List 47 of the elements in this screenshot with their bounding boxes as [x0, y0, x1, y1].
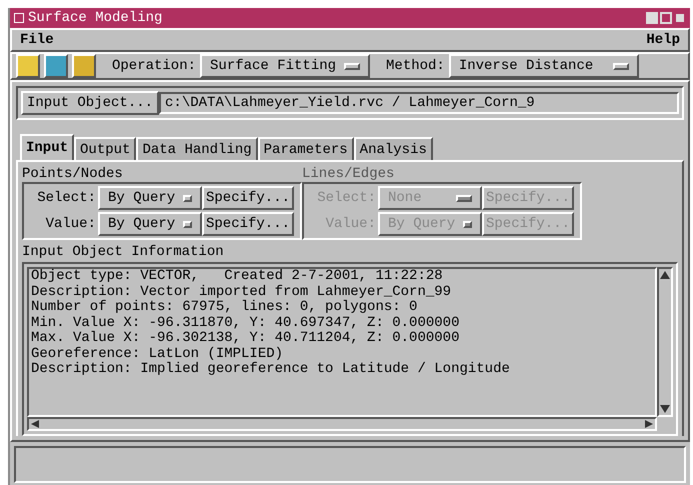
minimize-icon[interactable]: [646, 12, 658, 24]
option-menu-icon: [463, 220, 472, 228]
method-dropdown[interactable]: Inverse Distance: [448, 54, 639, 78]
tab[interactable]: Input: [20, 134, 74, 160]
vertical-scrollbar[interactable]: [657, 267, 673, 418]
info-line: Min. Value X: -96.311870, Y: 40.697347, Z: 0.000000: [31, 316, 460, 331]
scroll-down-icon[interactable]: [660, 405, 670, 414]
group-title: Lines/Edges: [302, 165, 396, 182]
value-dropdown[interactable]: By Query: [98, 212, 202, 236]
operation-dropdown[interactable]: Surface Fitting: [200, 54, 370, 78]
option-menu-icon: [344, 62, 360, 70]
row-label: Select:: [36, 190, 97, 206]
horizontal-scrollbar[interactable]: [27, 417, 657, 432]
group-title: Points/Nodes: [22, 165, 124, 182]
specify-button[interactable]: Specify...: [202, 186, 294, 210]
menu-item[interactable]: Help: [646, 32, 680, 48]
option-menu-icon: [612, 62, 629, 70]
option-menu-icon: [183, 194, 192, 202]
window-title: Surface Modeling: [28, 10, 162, 26]
option-menu-icon: [183, 220, 192, 228]
info-line: Object type: VECTOR, Created 2-7-2001, 11:22:28: [31, 269, 444, 284]
method-label: Method:: [386, 58, 445, 74]
row-label: Select:: [316, 190, 377, 206]
maximize-icon[interactable]: [660, 12, 672, 24]
info-line: Georeference: LatLon (IMPLIED): [31, 346, 284, 362]
row-label: Value:: [324, 216, 377, 232]
info-line: Max. Value X: -96.302138, Y: 40.711204, Z: 0.000000: [31, 331, 460, 346]
window-menu-icon[interactable]: [14, 13, 24, 24]
tab[interactable]: Data Handling: [136, 137, 258, 160]
scroll-up-icon[interactable]: [660, 271, 670, 280]
input-object-path-field[interactable]: c:\DATA\Lahmeyer_Yield.rvc / Lahmeyer_Corn_9: [159, 92, 679, 114]
row-label: Value:: [44, 216, 97, 232]
value-dropdown[interactable]: By Query: [98, 186, 202, 210]
option-menu-icon: [456, 194, 472, 202]
info-line: Number of points: 67975, lines: 0, polygons: 0: [31, 300, 418, 316]
scroll-right-icon[interactable]: [645, 420, 653, 428]
info-line: Description: Vector imported from Lahmeyer_Corn_99: [31, 284, 452, 300]
input-object-button[interactable]: Input Object...: [21, 91, 160, 116]
specify-button[interactable]: Specify...: [202, 212, 294, 236]
operation-label: Operation:: [112, 58, 196, 74]
tab[interactable]: Output: [74, 137, 136, 160]
scroll-left-icon[interactable]: [31, 420, 39, 428]
tab[interactable]: Analysis: [354, 137, 433, 160]
menu-item[interactable]: File: [20, 32, 54, 48]
tab[interactable]: Parameters: [258, 137, 354, 160]
info-line: Description: Implied georeference to Latitude / Longitude: [31, 362, 511, 378]
info-title: Input Object Information: [22, 244, 225, 260]
